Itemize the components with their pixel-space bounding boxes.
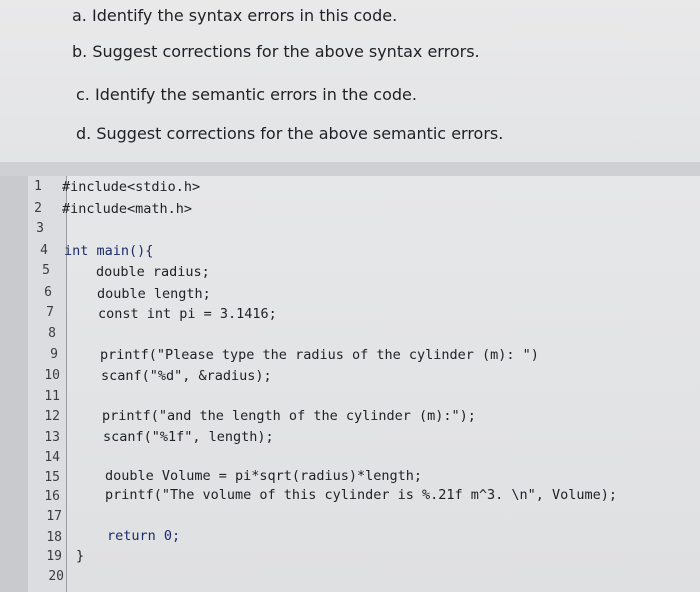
line-number: 4: [40, 243, 48, 258]
line-number: 7: [46, 305, 54, 320]
panel-divider: [0, 162, 700, 176]
line-number: 2: [34, 201, 42, 216]
line-number: 8: [48, 326, 56, 341]
code-line: double radius;: [96, 264, 210, 280]
code-line: return 0;: [107, 528, 181, 544]
line-number: 6: [44, 285, 52, 300]
code-line: #include<math.h>: [62, 201, 193, 217]
line-number: 3: [36, 221, 44, 236]
questions-panel: a. Identify the syntax errors in this co…: [0, 0, 700, 162]
code-line: double Volume = pi*sqrt(radius)*length;: [105, 468, 422, 484]
code-line: printf("and the length of the cylinder (…: [102, 408, 476, 424]
question-b: b. Suggest corrections for the above syn…: [72, 42, 480, 61]
line-number: 17: [46, 509, 62, 524]
code-line: scanf("%d", &radius);: [101, 368, 272, 384]
line-number: 9: [50, 347, 58, 362]
line-number: 12: [44, 409, 60, 424]
line-number: 14: [44, 450, 60, 465]
line-number: 15: [44, 470, 60, 485]
line-number: 10: [44, 368, 60, 383]
code-line: #include<stdio.h>: [62, 179, 201, 195]
code-line: }: [76, 548, 85, 564]
line-number: 5: [42, 263, 50, 278]
line-number: 1: [34, 179, 42, 194]
line-number: 18: [46, 530, 62, 545]
code-line: printf("Please type the radius of the cy…: [100, 347, 539, 363]
line-number: 11: [44, 389, 60, 404]
gutter-strip: [0, 176, 28, 592]
question-d: d. Suggest corrections for the above sem…: [76, 124, 504, 143]
code-line: scanf("%1f", length);: [103, 429, 274, 445]
line-number: 16: [44, 489, 60, 504]
line-number: 19: [46, 549, 62, 564]
line-number: 13: [44, 430, 60, 445]
code-line: printf("The volume of this cylinder is %…: [105, 487, 618, 503]
question-a: a. Identify the syntax errors in this co…: [72, 6, 398, 25]
line-number: 20: [48, 569, 64, 584]
code-line: double length;: [97, 286, 211, 302]
code-line: const int pi = 3.1416;: [98, 306, 277, 322]
question-c: c. Identify the semantic errors in the c…: [76, 85, 417, 104]
code-line: int main(){: [64, 243, 154, 259]
